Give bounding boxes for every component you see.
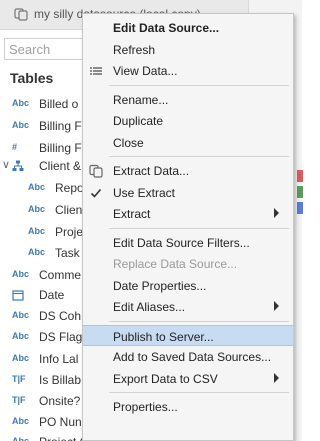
- field-type-icon: Abc: [12, 120, 30, 130]
- field-label: Date: [39, 288, 65, 302]
- menu-item-label: Extract: [113, 207, 151, 221]
- menu-item-date-properties[interactable]: Date Properties...: [83, 275, 293, 296]
- menu-item-extract[interactable]: Extract: [83, 203, 293, 224]
- menu-separator: [109, 84, 289, 86]
- menu-separator: [109, 156, 289, 157]
- field-type-icon: Abc: [12, 436, 30, 441]
- menu-item-use-extract[interactable]: Use Extract: [83, 182, 293, 203]
- menu-item-label: Date Properties...: [113, 278, 207, 293]
- field-label: Repo: [55, 181, 84, 195]
- datasource-context-menu: Edit Data Source... Refresh View Data... Re…: [82, 13, 294, 441]
- menu-item-label: Publish to Server...: [113, 329, 214, 344]
- field-type-icon: Abc: [12, 416, 30, 426]
- view-data-icon: [89, 64, 103, 78]
- datasource-icon: [14, 7, 28, 21]
- submenu-arrow-icon: [274, 208, 279, 218]
- menu-item-label: Duplicate: [113, 114, 164, 128]
- field-label: DS Flag: [39, 330, 83, 344]
- checkmark-icon: [89, 186, 103, 200]
- field-label: Info Lal: [39, 352, 79, 366]
- field-type-icon: T|F: [12, 395, 26, 405]
- menu-item-replace-data-source: Replace Data Source...: [83, 253, 293, 274]
- field-label: Billing F: [39, 119, 82, 133]
- menu-item-edit-data-source[interactable]: Edit Data Source...: [83, 17, 293, 38]
- menu-item-export-data-to-csv[interactable]: Export Data to CSV: [83, 368, 293, 389]
- field-type-icon: Abc: [28, 226, 46, 236]
- field-type-icon: Abc: [12, 353, 30, 363]
- menu-item-label: Export Data to CSV: [113, 371, 218, 386]
- field-label: Onsite?: [39, 394, 81, 408]
- color-mark: [297, 170, 303, 182]
- field-label: PO Nun: [39, 415, 82, 429]
- extract-icon: [89, 164, 103, 178]
- field-label: Comme: [39, 268, 82, 282]
- menu-item-edit-data-source-filters[interactable]: Edit Data Source Filters...: [83, 232, 293, 253]
- menu-item-label: Edit Data Source Filters...: [113, 235, 250, 250]
- menu-item-refresh[interactable]: Refresh: [83, 39, 293, 60]
- menu-item-label: Replace Data Source...: [113, 257, 238, 271]
- color-mark: [297, 186, 303, 198]
- menu-item-label: View Data...: [113, 64, 178, 78]
- menu-item-label: Add to Saved Data Sources...: [113, 350, 272, 364]
- search-placeholder: Search: [9, 42, 51, 57]
- menu-item-label: Edit Data Source...: [113, 21, 220, 35]
- menu-item-label: Edit Aliases...: [113, 300, 186, 314]
- field-label: Billed o: [39, 97, 79, 111]
- field-type-icon: #: [12, 142, 18, 152]
- color-mark: [297, 202, 303, 214]
- field-label: Proje: [55, 225, 84, 239]
- menu-item-properties[interactable]: Properties...: [83, 396, 293, 417]
- field-type-icon: T|F: [12, 374, 26, 384]
- menu-item-label: Properties...: [113, 400, 178, 414]
- field-type-icon: Abc: [28, 204, 46, 214]
- menu-item-duplicate[interactable]: Duplicate: [83, 110, 293, 131]
- field-type-icon: Abc: [12, 310, 30, 320]
- field-type-icon: Abc: [12, 98, 30, 108]
- hierarchy-icon: [12, 160, 24, 174]
- submenu-arrow-icon: [274, 372, 279, 383]
- field-label: Billing F: [39, 141, 82, 155]
- menu-item-label: Use Extract: [113, 185, 176, 200]
- field-label: DS Coh: [39, 309, 82, 323]
- menu-item-edit-aliases[interactable]: Edit Aliases...: [83, 296, 293, 317]
- menu-item-close[interactable]: Close: [83, 132, 293, 153]
- field-label: Task: [55, 246, 80, 260]
- field-type-icon: Abc: [12, 331, 30, 341]
- chevron-down-icon[interactable]: ∨: [2, 158, 10, 171]
- field-label: Client &: [39, 159, 82, 173]
- menu-separator: [109, 392, 289, 393]
- menu-item-rename[interactable]: Rename...: [83, 89, 293, 110]
- submenu-arrow-icon: [274, 301, 279, 311]
- menu-separator: [109, 227, 289, 229]
- menu-separator: [109, 320, 289, 322]
- menu-item-label: Extract Data...: [113, 164, 190, 178]
- field-type-icon: Abc: [28, 247, 46, 257]
- menu-item-view-data[interactable]: View Data...: [83, 60, 293, 81]
- menu-item-label: Rename...: [113, 92, 169, 107]
- tables-heading: Tables: [10, 70, 54, 86]
- field-label: Is Billab: [39, 373, 82, 387]
- menu-item-extract-data[interactable]: Extract Data...: [83, 160, 293, 181]
- menu-item-add-to-saved-data-sources[interactable]: Add to Saved Data Sources...: [83, 346, 293, 367]
- menu-item-label: Refresh: [113, 42, 156, 57]
- field-type-icon: Abc: [12, 269, 30, 279]
- calendar-icon: [12, 289, 24, 303]
- menu-item-publish-to-server[interactable]: Publish to Server...: [83, 324, 293, 346]
- field-label: Clien: [55, 203, 83, 217]
- field-type-icon: Abc: [28, 182, 46, 192]
- menu-item-label: Close: [113, 135, 144, 150]
- data-pane: my silly datasource (local copy) Search …: [0, 0, 303, 441]
